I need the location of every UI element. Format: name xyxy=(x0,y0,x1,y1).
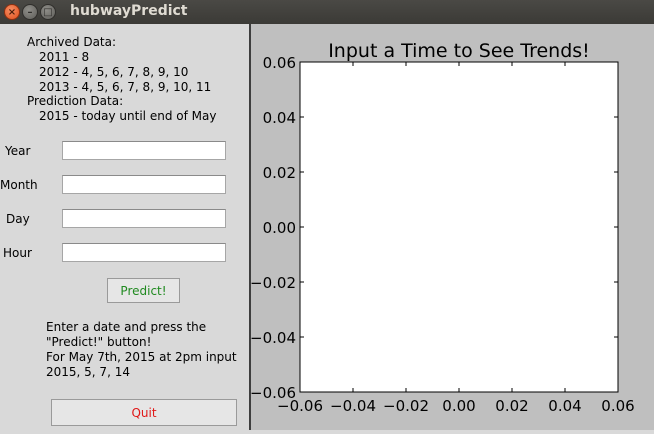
archived-line: 2012 - 4, 5, 6, 7, 8, 9, 10 xyxy=(39,65,189,79)
maximize-icon[interactable]: □ xyxy=(40,4,56,20)
year-label: Year xyxy=(5,144,31,158)
month-input[interactable] xyxy=(62,175,226,194)
y-tick-label: −0.06 xyxy=(251,384,296,402)
prediction-line: 2015 - today until end of May xyxy=(39,109,217,123)
minimize-icon[interactable]: – xyxy=(22,4,38,20)
y-tick-label: 0.04 xyxy=(263,109,296,127)
x-tick-label: 0.02 xyxy=(495,397,528,415)
window-title: hubwayPredict xyxy=(70,3,188,19)
prediction-heading: Prediction Data: xyxy=(27,94,124,108)
instructions-line: Enter a date and press the xyxy=(46,320,207,334)
archived-heading: Archived Data: xyxy=(27,35,117,49)
y-tick-label: 0.00 xyxy=(263,219,296,237)
x-tick-label: 0.00 xyxy=(442,397,475,415)
plot-area xyxy=(299,61,619,393)
hour-label: Hour xyxy=(3,246,32,260)
x-tick-label: −0.04 xyxy=(330,397,376,415)
title-bar: × – □ hubwayPredict xyxy=(0,0,654,24)
trend-chart: Input a Time to See Trends! −0.06 −0.04 −0… xyxy=(250,40,635,415)
hour-input[interactable] xyxy=(62,243,226,262)
y-tick-label: 0.02 xyxy=(263,164,296,182)
month-label: Month xyxy=(0,178,38,192)
archived-line: 2011 - 8 xyxy=(39,50,90,64)
day-label: Day xyxy=(6,212,30,226)
instructions-text: Enter a date and press the "Predict!" bu… xyxy=(46,320,237,380)
quit-button[interactable]: Quit xyxy=(51,399,237,426)
y-tick-label: −0.02 xyxy=(251,274,296,292)
y-tick-label: 0.06 xyxy=(263,54,296,72)
instructions-line: For May 7th, 2015 at 2pm input xyxy=(46,350,237,364)
year-input[interactable] xyxy=(62,141,226,160)
instructions-line: 2015, 5, 7, 14 xyxy=(46,365,130,379)
y-tick-label: −0.04 xyxy=(251,329,296,347)
day-input[interactable] xyxy=(62,209,226,228)
plot-canvas: Input a Time to See Trends! −0.06 −0.04 −0… xyxy=(250,24,654,430)
chart-title: Input a Time to See Trends! xyxy=(328,40,590,62)
x-tick-label: 0.06 xyxy=(601,397,634,415)
control-panel: Archived Data: 2011 - 8 2012 - 4, 5, 6, … xyxy=(0,24,249,430)
x-tick-label: 0.04 xyxy=(548,397,581,415)
predict-button[interactable]: Predict! xyxy=(107,278,180,303)
close-icon[interactable]: × xyxy=(4,4,20,20)
x-tick-label: −0.02 xyxy=(383,397,429,415)
instructions-line: "Predict!" button! xyxy=(46,335,152,349)
archived-line: 2013 - 4, 5, 6, 7, 8, 9, 10, 11 xyxy=(39,80,212,94)
